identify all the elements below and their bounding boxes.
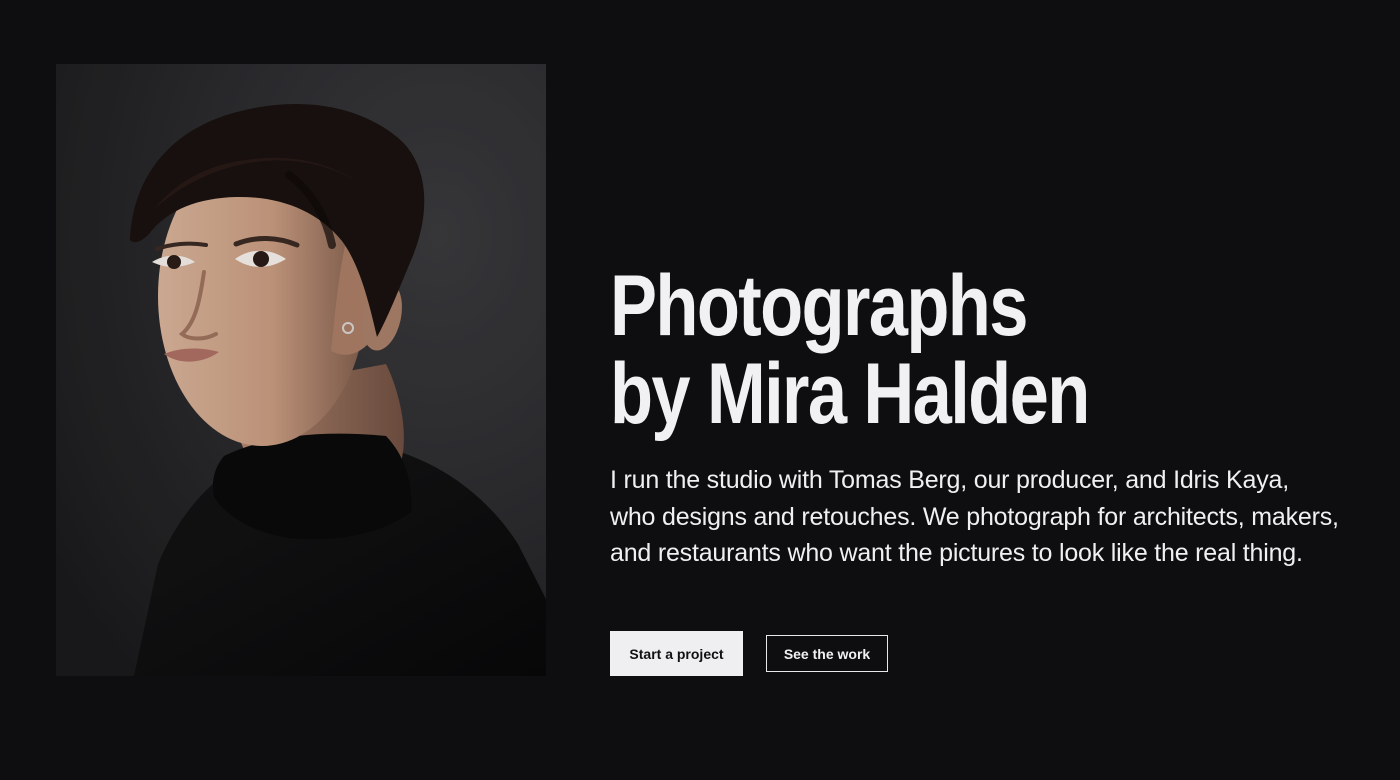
portrait-photo [56,64,546,676]
see-work-button[interactable]: See the work [766,635,888,672]
hero-description: I run the studio with Tomas Berg, our pr… [610,466,1339,567]
hero-section: Photographs by Mira Halden I run the stu… [610,262,1350,572]
page-title: Photographs by Mira Halden [610,262,1350,438]
title-line-1: Photographs [610,258,1028,354]
portrait-tone-overlay [56,64,546,676]
title-line-2: by Mira Halden [610,346,1090,442]
start-project-button[interactable]: Start a project [610,631,743,676]
hero-actions: Start a project See the work [610,631,888,676]
portrait-illustration [56,64,546,676]
